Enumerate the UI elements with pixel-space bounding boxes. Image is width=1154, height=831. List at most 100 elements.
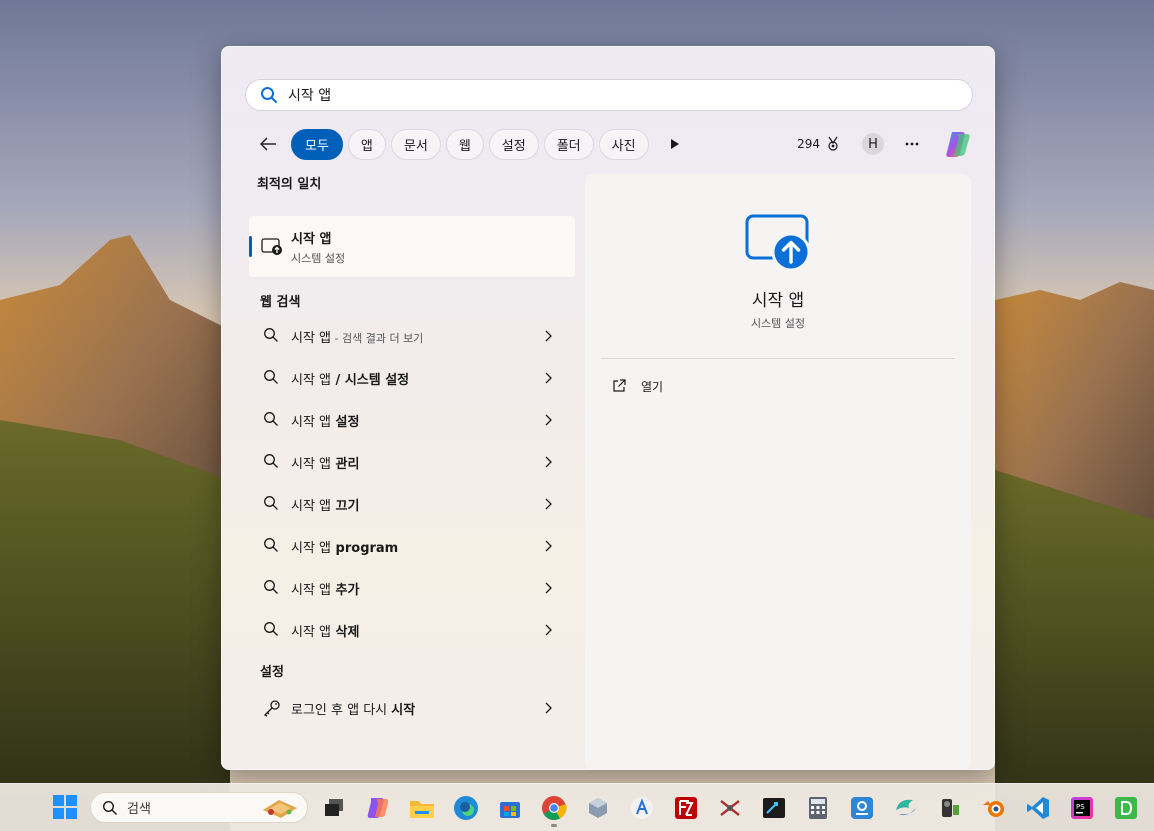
start-search-panel: 모두 앱 문서 웹 설정 폴더 사진 294 H xyxy=(221,46,995,770)
search-icon xyxy=(263,327,281,345)
copilot-app-icon[interactable] xyxy=(362,793,394,823)
filter-chip-settings[interactable]: 설정 xyxy=(488,128,539,160)
filter-chip-folders[interactable]: 폴더 xyxy=(543,128,594,160)
web-result-text: 시작 앱 - 검색 결과 더 보기 xyxy=(291,330,424,346)
more-filters-play-icon[interactable] xyxy=(661,130,689,158)
chevron-right-icon[interactable] xyxy=(543,371,555,385)
web-result-0[interactable]: 시작 앱 - 검색 결과 더 보기 xyxy=(249,315,575,357)
svg-text:PS: PS xyxy=(1076,803,1085,811)
preview-title: 시작 앱 xyxy=(751,291,805,311)
web-result-text: 시작 앱 끄기 xyxy=(291,498,360,514)
dbeaver-like-icon[interactable] xyxy=(1110,793,1142,823)
filter-chip-all[interactable]: 모두 xyxy=(291,128,343,160)
teams-like-icon[interactable] xyxy=(890,793,922,823)
web-result-3[interactable]: 시작 앱 관리 xyxy=(249,441,575,483)
web-results-list: 시작 앱 - 검색 결과 더 보기 시작 앱 / 시스템 설정 시작 앱 설정 … xyxy=(249,315,579,651)
copilot-icon[interactable] xyxy=(942,128,974,160)
chevron-right-icon[interactable] xyxy=(543,497,555,511)
chevron-right-icon[interactable] xyxy=(543,329,555,343)
settings-result-0[interactable]: 로그인 후 앱 다시 시작 xyxy=(249,687,575,729)
filter-row: 모두 앱 문서 웹 설정 폴더 사진 294 H xyxy=(254,128,974,160)
results-column: 최적의 일치 시작 앱 시스템 설정 웹 검색 시작 앱 - 검색 결과 더 보… xyxy=(249,173,579,729)
user-avatar[interactable]: H xyxy=(862,133,884,155)
web-result-text: 시작 앱 설정 xyxy=(291,414,360,430)
web-result-text: 시작 앱 추가 xyxy=(291,582,360,598)
settings-heading: 설정 xyxy=(260,665,284,680)
chevron-right-icon[interactable] xyxy=(543,701,555,715)
chrome-icon[interactable] xyxy=(538,793,570,827)
edge-icon[interactable] xyxy=(450,793,482,823)
search-icon xyxy=(263,537,281,555)
open-action-label: 열기 xyxy=(641,379,664,394)
rewards-medal-icon[interactable] xyxy=(824,135,842,153)
settings-result-text: 로그인 후 앱 다시 시작 xyxy=(291,702,416,718)
store-icon[interactable] xyxy=(494,793,526,823)
filezilla-icon[interactable] xyxy=(670,793,702,823)
phpstorm-icon[interactable]: PS xyxy=(1066,793,1098,823)
web-search-heading: 웹 검색 xyxy=(260,295,301,310)
search-icon xyxy=(263,453,281,471)
chevron-right-icon[interactable] xyxy=(543,413,555,427)
search-highlight-icon xyxy=(259,796,301,820)
calculator-icon[interactable] xyxy=(802,793,834,823)
taskbar-search[interactable]: 검색 xyxy=(90,792,308,823)
translate-app-icon[interactable] xyxy=(626,793,658,823)
chevron-right-icon[interactable] xyxy=(543,581,555,595)
search-input[interactable] xyxy=(288,87,888,103)
search-icon xyxy=(263,621,281,639)
best-match-subtitle: 시스템 설정 xyxy=(291,251,346,265)
search-icon xyxy=(102,800,118,816)
best-match-heading: 최적의 일치 xyxy=(257,177,322,192)
search-icon xyxy=(263,369,281,387)
chevron-right-icon[interactable] xyxy=(543,455,555,469)
cube-app-icon[interactable] xyxy=(582,793,614,823)
web-result-1[interactable]: 시작 앱 / 시스템 설정 xyxy=(249,357,575,399)
filter-chip-documents[interactable]: 문서 xyxy=(390,128,441,160)
rewards-points[interactable]: 294 xyxy=(797,137,820,151)
best-match-item[interactable]: 시작 앱 시스템 설정 xyxy=(249,216,575,277)
filter-chip-web[interactable]: 웹 xyxy=(445,128,484,160)
taskbar-apps: PS xyxy=(318,793,1142,827)
header-tools: 294 H xyxy=(797,128,974,160)
screen-recorder-icon[interactable] xyxy=(758,793,790,823)
open-external-icon xyxy=(611,378,627,394)
open-action[interactable]: 열기 xyxy=(611,374,663,398)
startup-apps-large-icon xyxy=(745,214,811,272)
search-box[interactable] xyxy=(245,79,973,111)
search-icon xyxy=(263,411,281,429)
preview-subtitle: 시스템 설정 xyxy=(750,317,806,330)
more-options-icon[interactable] xyxy=(902,134,922,154)
hangul-icon[interactable] xyxy=(846,793,878,823)
web-result-4[interactable]: 시작 앱 끄기 xyxy=(249,483,575,525)
file-explorer-icon[interactable] xyxy=(406,793,438,823)
search-icon xyxy=(260,86,278,104)
blender-icon[interactable] xyxy=(978,793,1010,823)
web-result-text: 시작 앱 / 시스템 설정 xyxy=(291,372,410,388)
filter-chip-apps[interactable]: 앱 xyxy=(347,128,386,160)
chevron-right-icon[interactable] xyxy=(543,539,555,553)
preview-pane: 시작 앱 시스템 설정 열기 xyxy=(585,174,971,770)
vscode-icon[interactable] xyxy=(1022,793,1054,823)
taskbar-search-label: 검색 xyxy=(127,802,151,817)
chevron-right-icon[interactable] xyxy=(543,623,555,637)
web-result-2[interactable]: 시작 앱 설정 xyxy=(249,399,575,441)
filter-chip-photos[interactable]: 사진 xyxy=(598,128,649,160)
startup-apps-icon xyxy=(261,237,283,257)
web-result-7[interactable]: 시작 앱 삭제 xyxy=(249,609,575,651)
task-view-icon[interactable] xyxy=(318,793,350,823)
key-icon xyxy=(263,699,281,717)
camera-app-icon[interactable] xyxy=(934,793,966,823)
best-match-title: 시작 앱 xyxy=(291,231,332,247)
web-result-text: 시작 앱 program xyxy=(291,540,399,556)
back-arrow-icon[interactable] xyxy=(254,130,282,158)
web-result-5[interactable]: 시작 앱 program xyxy=(249,525,575,567)
game-app-icon[interactable] xyxy=(714,793,746,823)
selection-accent xyxy=(249,236,252,257)
settings-results-list: 로그인 후 앱 다시 시작 xyxy=(249,687,579,729)
web-result-text: 시작 앱 삭제 xyxy=(291,624,360,640)
search-icon xyxy=(263,579,281,597)
web-result-text: 시작 앱 관리 xyxy=(291,456,360,472)
windows-start-icon[interactable] xyxy=(52,794,78,820)
filter-chips: 모두 앱 문서 웹 설정 폴더 사진 xyxy=(291,128,649,160)
web-result-6[interactable]: 시작 앱 추가 xyxy=(249,567,575,609)
